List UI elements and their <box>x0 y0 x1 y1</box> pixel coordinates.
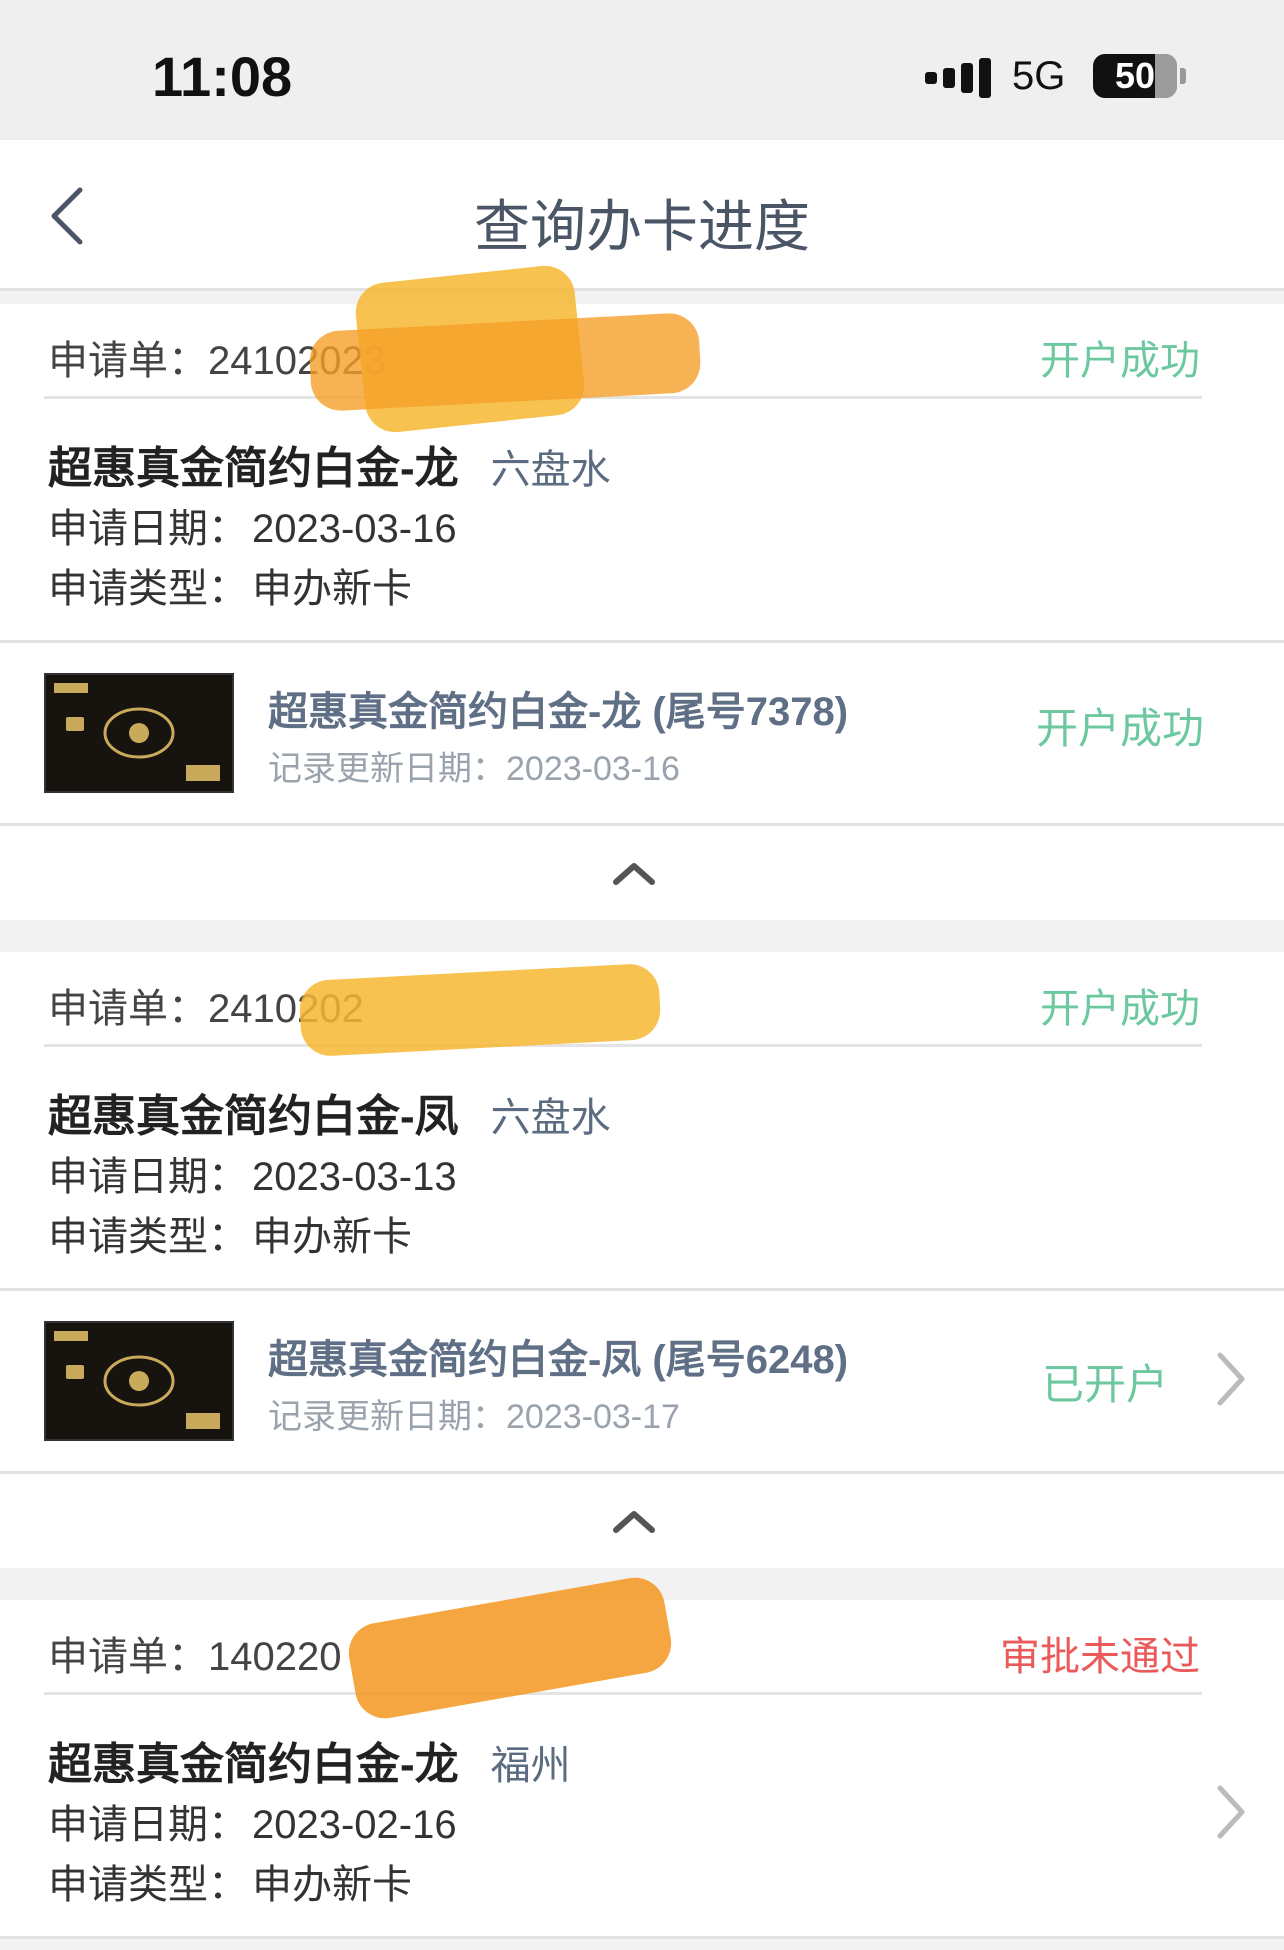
card-image <box>44 1321 234 1441</box>
card-item-title: 超惠真金简约白金-龙 (尾号7378) <box>268 690 849 734</box>
apply-date: 申请日期： 2023-03-16 <box>48 507 457 551</box>
application-status: 开户成功 <box>1040 339 1200 383</box>
card-item-status: 开户成功 <box>1036 705 1205 752</box>
apply-type: 申请类型： 申办新卡 <box>48 1215 412 1259</box>
chevron-up-icon[interactable] <box>610 1506 658 1536</box>
product-name: 超惠真金简约白金-凤 六盘水 <box>48 1092 611 1141</box>
application-card-3[interactable]: 申请单：140220 审批未通过 超惠真金简约白金-龙 福州 申请日期： 2023-… <box>0 1572 1284 1936</box>
card-item-title: 超惠真金简约白金-凤 (尾号6248) <box>268 1338 849 1382</box>
page-title: 查询办卡进度 <box>474 195 810 258</box>
request-number: 申请单：140220 <box>48 1635 342 1679</box>
apply-date: 申请日期： 2023-02-16 <box>48 1803 457 1847</box>
divider <box>0 1936 1284 1939</box>
apply-type: 申请类型： 申办新卡 <box>48 567 412 611</box>
product-name: 超惠真金简约白金-龙 六盘水 <box>48 444 611 493</box>
divider <box>0 288 1284 291</box>
apply-type: 申请类型： 申办新卡 <box>48 1863 412 1907</box>
chevron-up-icon[interactable] <box>610 858 658 888</box>
card-item-2[interactable]: 超惠真金简约白金-凤 (尾号6248) 记录更新日期：2023-03-17 已开… <box>0 1291 1284 1471</box>
card-item-status: 已开户 <box>1042 1361 1169 1408</box>
city: 福州 <box>490 1744 571 1788</box>
divider <box>44 1692 1202 1695</box>
application-status: 审批未通过 <box>1000 1635 1200 1679</box>
divider <box>44 1044 1202 1047</box>
collapse-toggle-2[interactable] <box>0 1474 1284 1568</box>
status-bar: 11:08 5G 50 <box>0 0 1284 140</box>
divider <box>44 396 1202 399</box>
battery-icon: 50 <box>1093 54 1177 98</box>
redaction-mark <box>344 1572 676 1724</box>
chevron-right-icon[interactable] <box>1214 1782 1248 1842</box>
application-card-1[interactable]: 申请单：24102023 开户成功 超惠真金简约白金-龙 六盘水 申请日期： 202… <box>0 262 1284 640</box>
chevron-right-icon[interactable] <box>1214 1349 1248 1409</box>
card-art-icon <box>54 683 220 781</box>
battery-tip <box>1180 68 1186 84</box>
collapse-toggle-1[interactable] <box>0 826 1284 920</box>
battery-level: 50 <box>1114 55 1156 96</box>
card-item-1[interactable]: 超惠真金简约白金-龙 (尾号7378) 记录更新日期：2023-03-16 开户… <box>0 643 1284 823</box>
card-update-date: 记录更新日期：2023-03-17 <box>268 1398 680 1436</box>
application-status: 开户成功 <box>1040 987 1200 1031</box>
product-name: 超惠真金简约白金-龙 福州 <box>48 1740 571 1789</box>
card-image <box>44 673 234 793</box>
card-update-date: 记录更新日期：2023-03-16 <box>268 750 680 788</box>
application-card-2[interactable]: 申请单：2410202 开户成功 超惠真金简约白金-凤 六盘水 申请日期： 2023… <box>0 952 1284 1288</box>
card-art-icon <box>54 1331 220 1429</box>
signal-icon <box>925 58 991 98</box>
apply-date: 申请日期： 2023-03-13 <box>48 1155 457 1199</box>
network-type: 5G <box>1012 54 1066 98</box>
nav-bar: 查询办卡进度 <box>0 140 1284 288</box>
city: 六盘水 <box>490 1096 611 1140</box>
city: 六盘水 <box>490 448 611 492</box>
status-time: 11:08 <box>152 45 293 108</box>
